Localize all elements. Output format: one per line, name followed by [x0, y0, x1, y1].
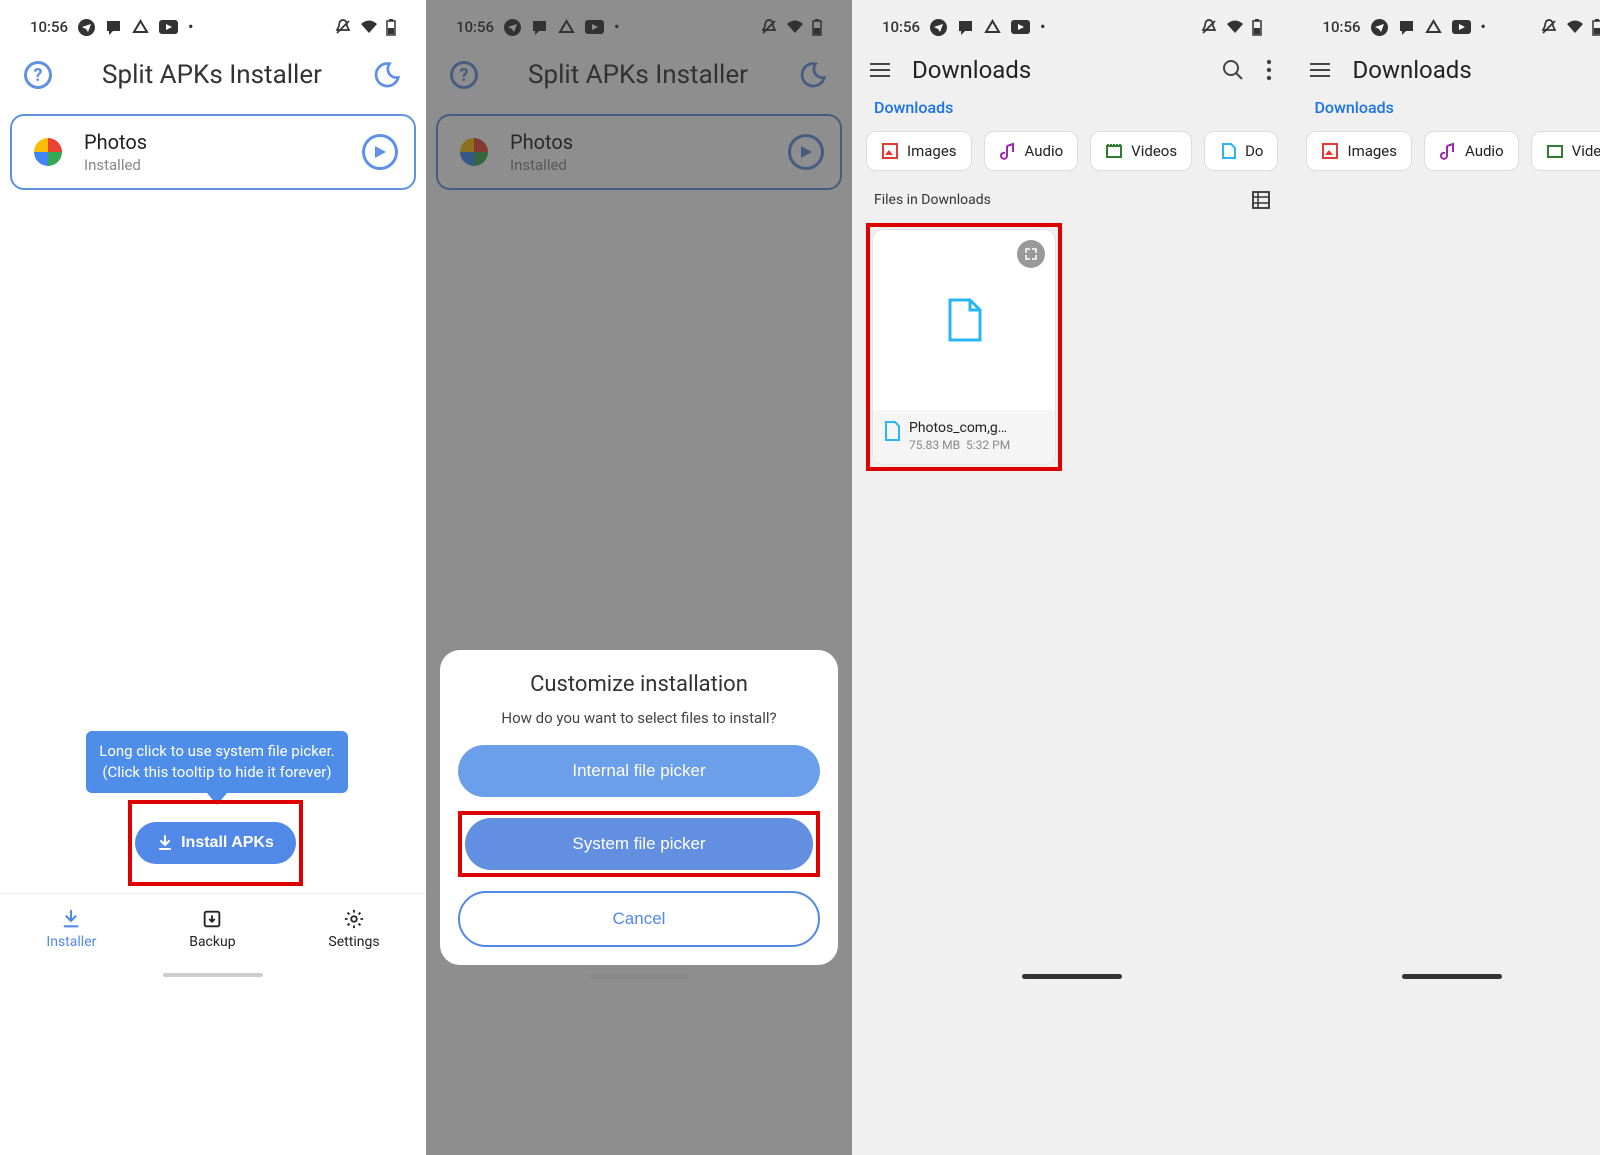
tooltip[interactable]: Long click to use system file picker. (C… [86, 731, 348, 805]
sheet-title: Customize installation [458, 672, 820, 697]
status-time: 10:56 [1322, 18, 1360, 36]
nav-handle [589, 974, 689, 979]
google-photos-icon [28, 132, 68, 172]
search-icon[interactable] [1222, 59, 1244, 81]
nav-settings-label: Settings [328, 934, 379, 950]
drive-icon [132, 19, 149, 36]
dnd-icon [1540, 18, 1558, 36]
screen-files-clone: 10:56 • Downloads Downloads Images [1292, 0, 1600, 1155]
chat-icon [1398, 19, 1415, 36]
hamburger-icon[interactable] [1310, 63, 1330, 77]
app-card-photos[interactable]: Photos Installed [10, 114, 416, 190]
screen-sai-bottomsheet: 10:56 • ? Split APKs Installer [426, 0, 852, 1155]
bottom-nav: Installer Backup Settings [0, 893, 426, 963]
youtube-icon [1452, 20, 1471, 34]
nav-handle [1022, 974, 1122, 979]
install-bottom-sheet: Customize installation How do you want t… [440, 650, 838, 965]
launch-app-button[interactable] [362, 134, 398, 170]
chip-videos[interactable]: Videos [1090, 131, 1192, 171]
filter-chips: Images Audio Videos Do [852, 131, 1292, 191]
system-file-picker-button[interactable]: System file picker [465, 818, 813, 870]
chip-videos[interactable]: Videos [1531, 131, 1600, 171]
drive-icon [984, 19, 1001, 36]
status-time: 10:56 [30, 18, 68, 36]
sheet-subtitle: How do you want to select files to insta… [458, 709, 820, 727]
nav-handle [163, 973, 263, 977]
dot-icon: • [1481, 18, 1486, 36]
tooltip-line1: Long click to use system file picker. [98, 741, 336, 762]
install-button-highlight: Install APKs [128, 800, 303, 886]
breadcrumb[interactable]: Downloads [852, 98, 1292, 131]
file-item[interactable]: Photos_com,g… 75.83 MB 5:32 PM [872, 229, 1056, 465]
telegram-icon [1371, 19, 1388, 36]
battery-icon [386, 19, 396, 36]
tooltip-line2: (Click this tooltip to hide it forever) [98, 762, 336, 783]
app-name: Photos [84, 130, 346, 154]
file-name: Photos_com,g… [909, 420, 1010, 436]
youtube-icon [1011, 20, 1030, 34]
video-icon [1105, 142, 1123, 160]
breadcrumb[interactable]: Downloads [1292, 98, 1600, 131]
document-icon [1219, 142, 1237, 160]
chip-images[interactable]: Images [866, 131, 972, 171]
install-apks-button[interactable]: Install APKs [135, 822, 296, 864]
files-title: Downloads [912, 56, 1200, 84]
battery-icon [1252, 19, 1262, 36]
dnd-icon [1200, 18, 1218, 36]
view-toggle-icon[interactable] [1252, 191, 1270, 209]
file-icon [944, 296, 984, 344]
help-icon[interactable]: ? [24, 61, 52, 89]
image-icon [881, 142, 899, 160]
more-icon[interactable] [1266, 59, 1272, 81]
system-picker-highlight: System file picker [458, 811, 820, 877]
nav-backup-label: Backup [189, 934, 235, 950]
sai-header: ? Split APKs Installer [0, 48, 426, 110]
file-item-highlight: Photos_com,g… 75.83 MB 5:32 PM [866, 223, 1062, 471]
screen-files-downloads: 10:56 • Downloads Downloads Im [852, 0, 1292, 1155]
telegram-icon [78, 19, 95, 36]
wifi-icon [1566, 20, 1584, 34]
nav-backup[interactable]: Backup [189, 908, 235, 950]
chip-images[interactable]: Images [1306, 131, 1412, 171]
chat-icon [105, 19, 122, 36]
app-status: Installed [84, 156, 346, 174]
file-meta: 75.83 MB 5:32 PM [909, 438, 1010, 452]
status-bar: 10:56 • [1292, 0, 1600, 48]
nav-handle [1402, 974, 1502, 979]
status-bar: 10:56 • [852, 0, 1292, 48]
nav-settings[interactable]: Settings [328, 908, 379, 950]
wifi-icon [1226, 20, 1244, 34]
status-bar: 10:56 • [0, 0, 426, 48]
drive-icon [1425, 19, 1442, 36]
expand-icon[interactable] [1017, 240, 1045, 268]
section-header: Files in Downloads [852, 191, 1292, 223]
app-title: Split APKs Installer [102, 60, 322, 90]
status-time: 10:56 [882, 18, 920, 36]
internal-file-picker-button[interactable]: Internal file picker [458, 745, 820, 797]
dnd-icon [334, 18, 352, 36]
audio-icon [999, 142, 1017, 160]
battery-icon [1592, 19, 1600, 36]
wifi-icon [360, 20, 378, 34]
chip-audio[interactable]: Audio [984, 131, 1079, 171]
file-small-icon [883, 420, 901, 442]
telegram-icon [930, 19, 947, 36]
hamburger-icon[interactable] [870, 63, 890, 77]
dot-icon: • [1040, 18, 1045, 36]
chip-audio[interactable]: Audio [1424, 131, 1519, 171]
youtube-icon [159, 20, 178, 34]
modal-overlay[interactable] [426, 0, 852, 1155]
nav-installer[interactable]: Installer [46, 908, 96, 950]
screen-sai-main: 10:56 • ? Split APKs Installer [0, 0, 426, 1155]
chat-icon [957, 19, 974, 36]
files-header: Downloads [852, 48, 1292, 98]
cancel-button[interactable]: Cancel [458, 891, 820, 947]
install-label: Install APKs [181, 834, 274, 852]
dot-icon: • [188, 18, 193, 36]
theme-toggle-icon[interactable] [372, 60, 402, 90]
files-title: Downloads [1352, 56, 1600, 84]
nav-installer-label: Installer [46, 934, 96, 950]
section-label: Files in Downloads [874, 192, 991, 208]
chip-documents[interactable]: Do [1204, 131, 1278, 171]
